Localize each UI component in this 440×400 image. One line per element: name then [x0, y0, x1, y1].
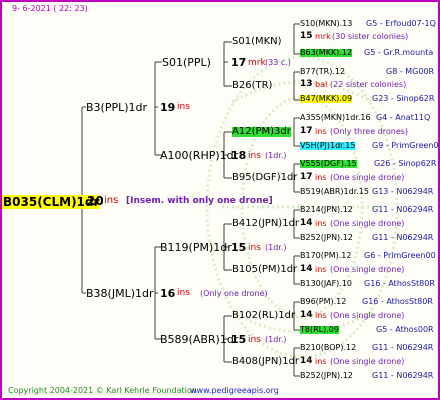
dam-insem-count: 16	[160, 287, 176, 300]
gen4-queen[interactable]: V555(DGF).15	[300, 160, 357, 168]
gen2-insem-count: 15	[231, 241, 247, 254]
gen3-queen[interactable]: B26(TR)	[232, 81, 272, 91]
gen4-origin-code: G8 - MG00R	[386, 67, 435, 76]
gen3-queen[interactable]: B105(PM)1dr	[232, 265, 297, 275]
gen2-insem-label: ins	[248, 243, 261, 253]
gen4-queen[interactable]: B214(JPN).12	[300, 206, 353, 214]
gen4-queen[interactable]: B170(PM).12	[300, 252, 351, 260]
gen4-queen[interactable]: S10(MKN).13	[300, 20, 352, 28]
gen3-queen[interactable]: A12(PM)3dr	[232, 127, 291, 137]
gen4-insem-label: ins	[315, 127, 327, 136]
sire-insem-label: ins	[177, 102, 190, 112]
gen2-insem-note: (33 c.)	[265, 58, 291, 67]
gen3-queen[interactable]: B102(RL)1dr	[232, 311, 295, 321]
gen4-queen[interactable]: B252(JPN).12	[300, 372, 353, 380]
gen4-insem-label: ins	[315, 265, 327, 274]
gen2-queen[interactable]: S01(PPL)	[162, 57, 211, 68]
footer-link[interactable]: www.pedigreeapis.org	[190, 387, 279, 395]
gen2-insem-label: ins	[248, 151, 261, 161]
gen4-origin-code: G6 - PrimGreen00	[364, 251, 436, 260]
root-insem-note: [Insem. with only one drone]	[126, 196, 273, 206]
gen4-origin-code: G11 - N06294R	[372, 371, 434, 380]
gen4-queen[interactable]: B47(MKK).09	[300, 95, 353, 103]
gen3-queen[interactable]: B412(JPN)1dr	[232, 219, 299, 229]
gen4-origin-code: G26 - Sinop62R	[374, 159, 437, 168]
gen4-origin-code: G11 - N06294R	[372, 343, 434, 352]
gen4-insem-count: 13	[300, 79, 313, 89]
gen4-queen[interactable]: B519(ABR)1dr.15	[300, 188, 369, 196]
gen4-origin-code: G16 - AthosSt80R	[362, 297, 433, 306]
gen4-insem-note: (One single drone)	[330, 219, 405, 228]
dam-insem-note: (Only one drone)	[200, 289, 268, 298]
gen4-insem-note: (30 sister colonies)	[332, 32, 409, 41]
gen4-insem-label: ins	[315, 219, 327, 228]
gen4-insem-label: mrk	[315, 32, 331, 41]
gen4-insem-label: ins	[315, 173, 327, 182]
gen4-insem-note: (One single drone)	[330, 357, 405, 366]
gen4-insem-note: (22 sister colonies)	[330, 80, 407, 89]
gen4-queen[interactable]: B77(TR).12	[300, 68, 345, 76]
gen4-insem-count: 14	[300, 218, 313, 228]
gen4-origin-code: G5 - Erfoud07-1Q	[366, 19, 436, 28]
gen2-queen[interactable]: A100(RHP)1dr	[160, 150, 238, 161]
gen4-origin-code: G5 - Gr.R.mounta	[364, 48, 434, 57]
copyright-text: Copyright 2004-2021 © Karl Kehrle Founda…	[8, 386, 197, 395]
gen2-insem-label: mrk	[248, 58, 266, 68]
gen4-insem-note: (Only three drones)	[330, 127, 409, 136]
root-insem-label: ins	[104, 195, 119, 206]
gen4-insem-label: ins	[315, 357, 327, 366]
gen4-origin-code: G11 - N06294R	[372, 233, 434, 242]
gen2-queen[interactable]: B119(PM)1dr	[160, 242, 232, 253]
gen2-insem-note: (1dr.)	[265, 243, 287, 252]
gen4-origin-code: G13 - N06294R	[372, 187, 434, 196]
gen4-insem-label: ins	[315, 311, 327, 320]
gen3-queen[interactable]: S01(MKN)	[232, 37, 282, 47]
gen2-insem-note: (1dr.)	[265, 335, 287, 344]
pedigree-frame: 9- 6-2021 ( 22: 23) B035(CLM)1dr 20 ins …	[0, 0, 440, 400]
gen4-origin-code: G11 - N06294R	[372, 205, 434, 214]
gen4-insem-label: bal	[315, 80, 328, 89]
report-date: 9- 6-2021 ( 22: 23)	[12, 4, 88, 13]
root-insem-count: 20	[87, 194, 104, 208]
gen4-insem-note: (One single drone)	[330, 173, 405, 182]
gen4-queen[interactable]: V5H(PJ)1dr.15	[300, 142, 356, 150]
gen4-queen[interactable]: T8(RL).09	[300, 326, 339, 334]
gen4-insem-count: 15	[300, 31, 313, 41]
gen4-insem-note: (One single drone)	[330, 265, 405, 274]
gen4-queen[interactable]: B252(JPN).12	[300, 234, 353, 242]
gen3-queen[interactable]: B408(JPN)1dr	[232, 357, 299, 367]
gen4-queen[interactable]: A355(MKN)1dr.16	[300, 114, 371, 122]
gen4-queen[interactable]: B63(MKK).12	[300, 49, 353, 57]
gen4-origin-code: G4 - Anat11Q	[376, 113, 431, 122]
gen2-insem-note: (1dr.)	[265, 151, 287, 160]
gen4-insem-count: 14	[300, 356, 313, 366]
gen4-origin-code: G16 - AthosSt80R	[364, 279, 435, 288]
gen4-insem-count: 14	[300, 310, 313, 320]
sire-insem-count: 19	[160, 101, 176, 114]
gen4-origin-code: G9 - PrimGreen00	[372, 141, 440, 150]
gen2-insem-count: 18	[231, 149, 247, 162]
gen2-insem-label: ins	[248, 335, 261, 345]
gen3-queen[interactable]: B95(DGF)1dr	[232, 173, 297, 183]
dam-queen[interactable]: B38(JML)1dr	[86, 288, 154, 299]
gen4-origin-code: G23 - Sinop62R	[372, 94, 435, 103]
gen2-insem-count: 17	[231, 56, 247, 69]
dam-insem-label: ins	[177, 288, 190, 298]
gen4-queen[interactable]: B96(PM).12	[300, 298, 346, 306]
gen4-insem-count: 17	[300, 172, 313, 182]
gen4-queen[interactable]: B130(JAF).10	[300, 280, 352, 288]
gen4-origin-code: G5 - Athos00R	[376, 325, 434, 334]
sire-queen[interactable]: B3(PPL)1dr	[86, 102, 147, 113]
gen4-queen[interactable]: B210(BOP).12	[300, 344, 356, 352]
gen4-insem-note: (One single drone)	[330, 311, 405, 320]
gen2-insem-count: 15	[231, 333, 247, 346]
root-queen[interactable]: B035(CLM)1dr	[2, 195, 101, 209]
gen4-insem-count: 17	[300, 126, 313, 136]
gen4-insem-count: 14	[300, 264, 313, 274]
gen2-queen[interactable]: B589(ABR)1dr	[160, 334, 238, 345]
